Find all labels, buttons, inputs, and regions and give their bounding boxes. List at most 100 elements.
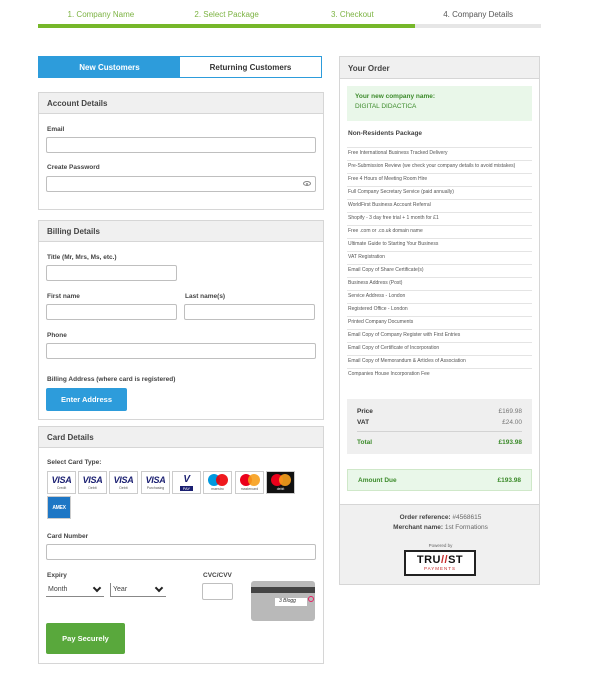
month-value: Month [48, 586, 68, 593]
panel-title: Card Details [39, 427, 323, 448]
vpay-logo: V [183, 474, 190, 485]
visa-logo: VISA [82, 475, 103, 485]
card-subtype: maestro [211, 487, 224, 491]
step-company-name: 1. Company Name [38, 0, 164, 28]
maestro-card-option[interactable]: maestro [203, 471, 232, 494]
vat-label: VAT [357, 419, 370, 426]
order-summary: Your Order Your new company name: DIGITA… [339, 56, 540, 505]
password-label: Create Password [47, 164, 100, 171]
payment-reference-block: Order reference: #4568615 Merchant name:… [339, 505, 540, 585]
card-subtype: debit [276, 487, 285, 491]
email-label: Email [47, 126, 65, 133]
order-title: Your Order [340, 57, 539, 79]
card-subtype: Debit [88, 486, 97, 490]
total-value: £193.98 [498, 438, 523, 446]
mastercard-logo [239, 474, 260, 486]
account-details-panel: Account Details Email Create Password [38, 92, 324, 210]
year-value: Year [113, 586, 128, 593]
vat-value: £24.00 [502, 419, 522, 426]
list-item: Email Copy of Company Register with Firs… [347, 329, 532, 342]
cvc-field[interactable] [202, 583, 233, 600]
step-label: 4. Company Details [443, 10, 514, 19]
card-number-field[interactable] [46, 544, 316, 560]
list-item: Ultimate Guide to Starting Your Business [347, 238, 532, 251]
panel-title: Account Details [39, 93, 323, 114]
mastercard-card-option[interactable]: mastercard [235, 471, 264, 494]
cvv-hint-image: 3 Blogg [251, 581, 315, 621]
step-label: 3. Checkout [331, 10, 374, 19]
first-name-field[interactable] [46, 304, 177, 320]
step-checkout: 3. Checkout [289, 0, 416, 28]
expiry-year-select[interactable]: Year [110, 583, 166, 597]
last-name-label: Last name(s) [185, 293, 226, 300]
step-company-details: 4. Company Details [415, 0, 541, 28]
visa-logo: VISA [51, 475, 72, 485]
price-box: Price £169.98 VAT £24.00 Total £193.98 [347, 399, 532, 454]
amex-logo: AMEX [52, 504, 66, 511]
list-item: Full Company Secretary Service (paid ann… [347, 186, 532, 199]
card-details-panel: Card Details Select Card Type: VISA Cred… [38, 426, 324, 664]
title-label: Title (Mr, Mrs, Ms, etc.) [47, 254, 117, 261]
mastercard-logo [270, 474, 291, 486]
password-field[interactable] [46, 176, 316, 192]
visa-purchasing-card-option[interactable]: VISA Purchasing [141, 471, 170, 494]
cvc-label: CVC/CVV [203, 572, 232, 579]
list-item: Free International Business Tracked Deli… [347, 147, 532, 160]
chevron-down-icon [92, 583, 102, 593]
enter-address-button[interactable]: Enter Address [46, 388, 127, 411]
price-value: £169.98 [498, 408, 523, 415]
amount-due-value: £193.98 [497, 476, 522, 484]
visa-credit-card-option[interactable]: VISA Credit [47, 471, 76, 494]
merchant-name: Merchant name: 1st Formations [340, 524, 541, 531]
card-subtype: Credit [56, 486, 67, 490]
package-title: Non-Residents Package [348, 130, 423, 137]
visa-electron-card-option[interactable]: VISA Debit [109, 471, 138, 494]
company-name-value: DIGITAL DIDACTICA [355, 103, 417, 110]
card-subtype: Debit [119, 486, 128, 490]
step-label: 2. Select Package [194, 10, 259, 19]
email-field[interactable] [46, 137, 316, 153]
billing-details-panel: Billing Details Title (Mr, Mrs, Ms, etc.… [38, 220, 324, 420]
amount-due-box: Amount Due £193.98 [347, 469, 532, 491]
price-label: Price [357, 408, 373, 415]
card-subtype: mastercard [240, 487, 259, 491]
order-reference-label: Order reference: [399, 514, 451, 521]
amount-due-label: Amount Due [358, 476, 397, 484]
first-name-label: First name [47, 293, 80, 300]
card-subtype: PAY [179, 486, 194, 491]
last-name-field[interactable] [184, 304, 315, 320]
card-subtype: Purchasing [146, 486, 165, 490]
powered-by-label: Powered by [428, 543, 453, 548]
merchant-name-label: Merchant name: [393, 524, 444, 531]
order-reference-value: #4568615 [452, 514, 482, 521]
mastercard-debit-card-option[interactable]: debit [266, 471, 295, 494]
list-item: Email Copy of Share Certificate(s) [347, 264, 532, 277]
package-items: Free International Business Tracked Deli… [347, 147, 532, 381]
pay-securely-button[interactable]: Pay Securely [46, 623, 125, 654]
visa-debit-card-option[interactable]: VISA Debit [78, 471, 107, 494]
card-type-label: Select Card Type: [47, 459, 102, 466]
chevron-down-icon [154, 583, 164, 593]
card-number-label: Card Number [47, 533, 89, 540]
expiry-label: Expiry [47, 572, 67, 579]
order-reference: Order reference: #4568615 [340, 514, 541, 521]
title-field[interactable] [46, 265, 177, 281]
step-select-package: 2. Select Package [163, 0, 290, 28]
list-item: Shopify - 3 day free trial + 1 month for… [347, 212, 532, 225]
total-label: Total [357, 438, 373, 446]
list-item: Free .com or .co.uk domain name [347, 225, 532, 238]
trust-logo-word: TRU//ST [416, 554, 464, 566]
phone-field[interactable] [46, 343, 316, 359]
customer-tabs: New Customers Returning Customers [38, 56, 322, 78]
expiry-month-select[interactable]: Month [46, 583, 104, 597]
list-item: Printed Company Documents [347, 316, 532, 329]
list-item: VAT Registration [347, 251, 532, 264]
amex-card-option[interactable]: AMEX [47, 496, 71, 519]
tab-new-customers[interactable]: New Customers [39, 57, 180, 77]
list-item: Service Address - London [347, 290, 532, 303]
eye-icon[interactable] [303, 181, 311, 186]
step-label: 1. Company Name [67, 10, 135, 19]
vpay-card-option[interactable]: V PAY [172, 471, 201, 494]
progress-steps: 1. Company Name 2. Select Package 3. Che… [38, 0, 541, 28]
tab-returning-customers[interactable]: Returning Customers [180, 57, 321, 77]
